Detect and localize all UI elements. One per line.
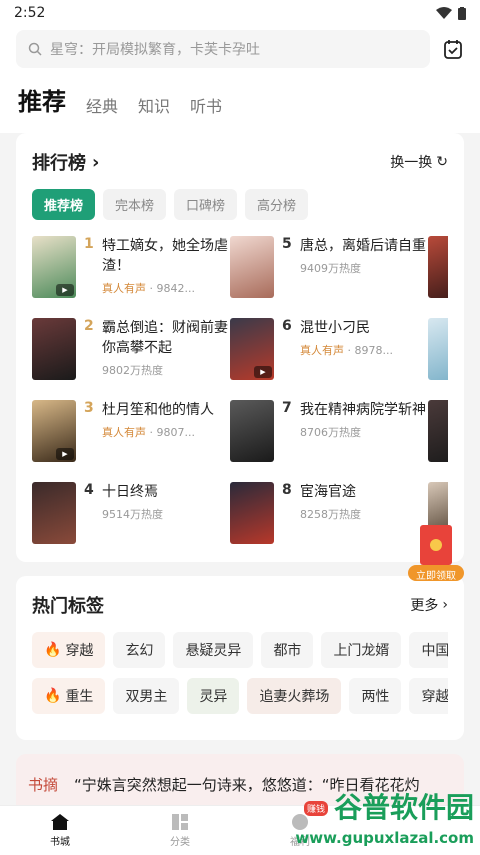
- nav-category[interactable]: 分类: [150, 813, 210, 848]
- tag-item[interactable]: 悬疑灵异: [173, 632, 254, 668]
- audio-icon: ▶: [56, 284, 74, 296]
- tab-classic[interactable]: 经典: [86, 93, 118, 117]
- rank-item[interactable]: 2 霸总倒追：财阀前妻你高攀不起 9802万热度: [32, 318, 230, 382]
- flame-icon: 🔥: [44, 642, 62, 658]
- ranking-title[interactable]: 排行榜 ›: [32, 149, 99, 175]
- book-cover: ▶: [32, 400, 76, 462]
- book-cover-peek[interactable]: [428, 400, 448, 462]
- tag-item[interactable]: 中国名: [409, 632, 448, 668]
- book-cover: [32, 482, 76, 544]
- search-bar[interactable]: 星穹：开局模拟繁育，卡芙卡孕吐: [16, 30, 430, 68]
- hot-tags-card: 热门标签 更多› 🔥穿越 玄幻 悬疑灵异 都市 上门龙婿 中国名 🔥重生 双男主…: [16, 576, 464, 740]
- rank-item[interactable]: 7 我在精神病院学斩神 8706万热度: [230, 400, 428, 464]
- book-cover-peek[interactable]: [428, 318, 448, 380]
- search-icon: [28, 42, 42, 56]
- chip-high-score[interactable]: 高分榜: [245, 189, 309, 220]
- tag-item[interactable]: 两性: [349, 678, 402, 714]
- audio-icon: ▶: [254, 366, 272, 378]
- rank-item[interactable]: 8 宦海官途 8258万热度: [230, 482, 428, 546]
- chevron-right-icon: ›: [442, 597, 448, 613]
- book-cover-peek[interactable]: [428, 236, 448, 298]
- audio-icon: ▶: [56, 448, 74, 460]
- chip-completed[interactable]: 完本榜: [103, 189, 167, 220]
- search-placeholder: 星穹：开局模拟繁育，卡芙卡孕吐: [50, 42, 260, 58]
- rank-item[interactable]: ▶ 1 特工嫡女，她全场虐渣！ 真人有声 · 9842...: [32, 236, 230, 300]
- rank-item[interactable]: 5 唐总，离婚后请自重 9409万热度: [230, 236, 428, 300]
- rank-item[interactable]: 4 十日终焉 9514万热度: [32, 482, 230, 546]
- refresh-button[interactable]: 换一换 ↻: [390, 152, 448, 172]
- tag-item[interactable]: 都市: [261, 632, 314, 668]
- book-cover: [32, 318, 76, 380]
- tag-item[interactable]: 穿越: [409, 678, 448, 714]
- home-icon: [51, 814, 69, 830]
- book-cover: [230, 400, 274, 462]
- chevron-right-icon: ›: [92, 151, 100, 173]
- tab-recommend[interactable]: 推荐: [18, 82, 66, 117]
- chip-reputation[interactable]: 口碑榜: [174, 189, 238, 220]
- tab-bar: 推荐 经典 知识 听书: [16, 68, 464, 127]
- tab-knowledge[interactable]: 知识: [138, 93, 170, 117]
- wifi-icon: [436, 7, 452, 19]
- hot-tags-title: 热门标签: [32, 596, 104, 617]
- tag-item[interactable]: 灵异: [187, 678, 240, 714]
- calendar-check-icon[interactable]: [442, 38, 464, 60]
- grid-icon: [172, 814, 188, 830]
- red-envelope-button[interactable]: 立即领取: [408, 525, 464, 582]
- book-cover: ▶: [230, 318, 274, 380]
- chip-recommend[interactable]: 推荐榜: [32, 189, 96, 220]
- battery-icon: [458, 6, 466, 20]
- status-time: 2:52: [14, 5, 46, 21]
- tab-audiobook[interactable]: 听书: [190, 93, 222, 117]
- excerpt-label: 书摘: [28, 776, 59, 794]
- status-bar: 2:52: [0, 0, 480, 26]
- tag-item[interactable]: 🔥 穿越: [32, 632, 106, 668]
- book-cover: [230, 236, 274, 298]
- tag-item[interactable]: 上门龙婿: [321, 632, 402, 668]
- rank-item[interactable]: ▶ 3 杜月笙和他的情人 真人有声 · 9807...: [32, 400, 230, 464]
- nav-bookstore[interactable]: 书城: [30, 813, 90, 848]
- more-button[interactable]: 更多 ›: [410, 595, 448, 615]
- ranking-card: 排行榜 › 换一换 ↻ 推荐榜 完本榜 口碑榜 高分榜 ▶ 1 特工嫡女，她全场…: [16, 133, 464, 562]
- book-cover: ▶: [32, 236, 76, 298]
- flame-icon: 🔥: [44, 688, 62, 704]
- rank-item[interactable]: ▶ 6 混世小刁民 真人有声 · 8978...: [230, 318, 428, 382]
- tag-item[interactable]: 追妻火葬场: [247, 678, 342, 714]
- refresh-icon: ↻: [436, 154, 448, 170]
- tag-item[interactable]: 玄幻: [113, 632, 166, 668]
- tag-item[interactable]: 双男主: [113, 678, 180, 714]
- claim-label: 立即领取: [416, 571, 456, 582]
- watermark-logo: 谷普软件园 www.gupuxlazal.com: [295, 791, 474, 848]
- book-cover: [230, 482, 274, 544]
- tag-item[interactable]: 🔥 重生: [32, 678, 106, 714]
